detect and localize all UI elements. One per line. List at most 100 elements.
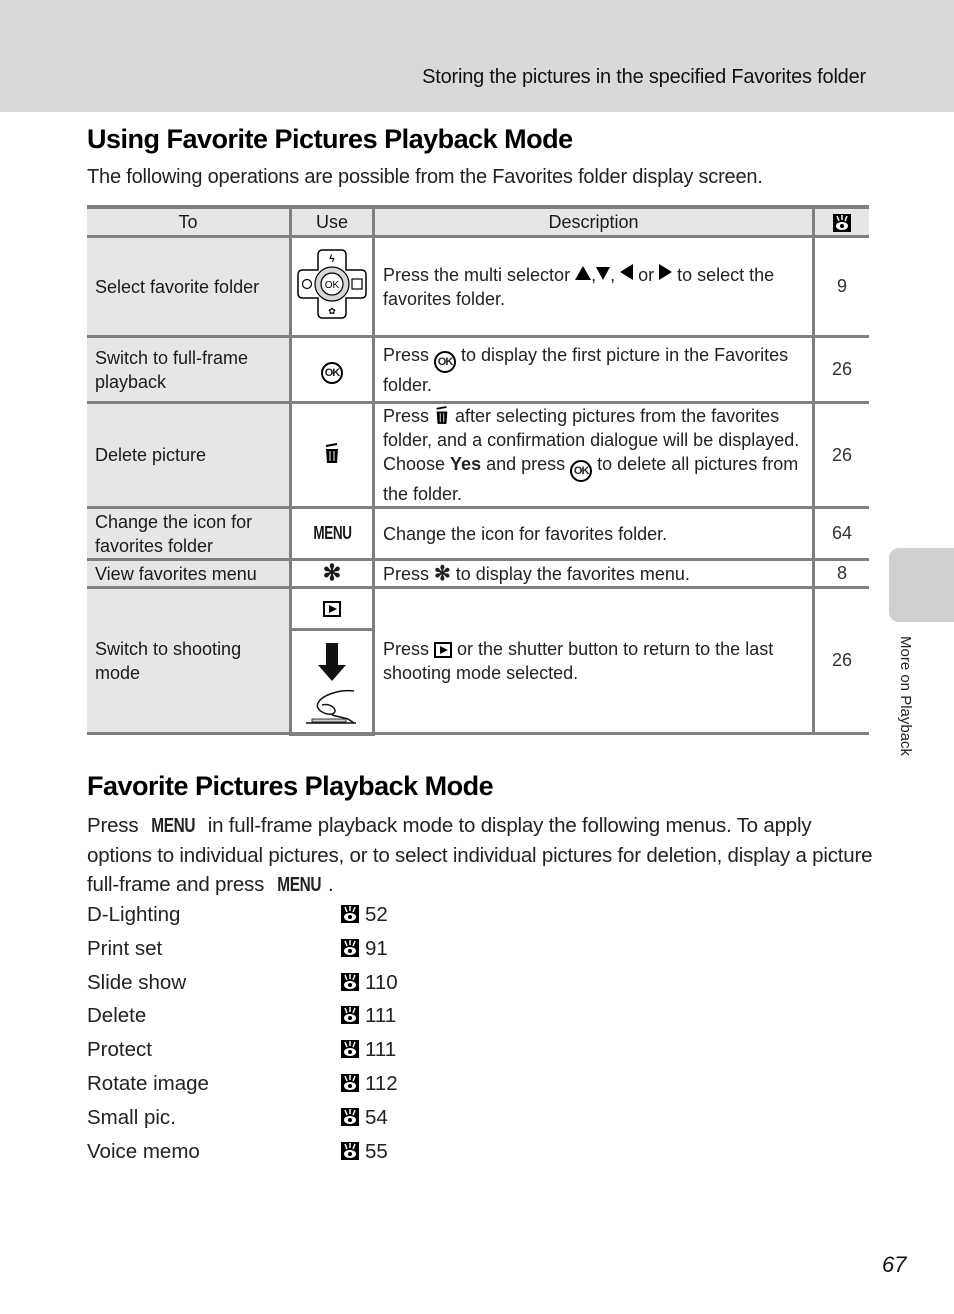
running-header: Storing the pictures in the specified Fa… <box>422 66 866 88</box>
right-arrow-icon <box>659 263 673 280</box>
table-row: Switch to shooting mode Press or the shu… <box>87 586 869 735</box>
menu-item-page: 54 <box>365 1105 388 1129</box>
menu-list-item: Voice memo 55 <box>87 1140 487 1174</box>
section-heading-using-favorites: Using Favorite Pictures Playback Mode <box>87 124 573 154</box>
col-header-description: Description <box>372 205 815 238</box>
menu-item-page: 55 <box>365 1139 388 1163</box>
menu-item-label: Rotate image <box>87 1071 209 1095</box>
use-cell <box>289 401 375 509</box>
col-header-reference <box>812 205 869 238</box>
row-reference-page[interactable]: 26 <box>812 335 869 404</box>
menu-item-label: Slide show <box>87 970 187 994</box>
use-cell: ✻ <box>289 558 375 589</box>
operations-table: To Use Description Select favorite folde… <box>87 205 869 736</box>
chapter-tab-label: More on Playback <box>897 636 914 757</box>
playback-button-icon <box>323 601 341 617</box>
use-cell <box>289 628 375 736</box>
menu-list-item: Small pic. 54 <box>87 1106 487 1140</box>
row-action: Switch to full-frame playback <box>87 335 292 404</box>
trash-icon <box>325 442 338 463</box>
use-cell <box>289 586 375 631</box>
multi-selector-icon: OK ϟ ✿ <box>297 249 367 319</box>
left-arrow-icon <box>620 263 634 280</box>
section-intro: The following operations are possible fr… <box>87 166 763 188</box>
reference-page-icon <box>341 1141 359 1160</box>
up-arrow-icon <box>575 265 592 280</box>
menu-list-item: Rotate image 112 <box>87 1072 487 1106</box>
menu-item-reference[interactable]: 91 <box>341 937 388 961</box>
menu-list-item: Print set 91 <box>87 937 487 971</box>
header-band <box>0 0 954 112</box>
menu-list-item: Delete 111 <box>87 1004 487 1038</box>
table-row: Change the icon for favorites folder MEN… <box>87 506 869 561</box>
svg-text:OK: OK <box>325 280 340 291</box>
reference-page-icon <box>341 938 359 957</box>
table-row: Delete picture Press after selecting pic… <box>87 401 869 509</box>
use-cell: OK <box>289 335 375 404</box>
menu-item-label: Voice memo <box>87 1139 200 1163</box>
ok-button-icon: OK <box>321 361 343 384</box>
row-reference-page[interactable]: 64 <box>812 506 869 561</box>
table-row: Switch to full-frame playback OK Press O… <box>87 335 869 404</box>
menu-item-page: 112 <box>365 1071 398 1095</box>
reference-page-icon <box>833 213 851 232</box>
use-cell: MENU <box>289 506 375 561</box>
row-reference-page[interactable]: 26 <box>812 401 869 509</box>
menu-item-reference[interactable]: 111 <box>341 1038 396 1062</box>
table-row: Select favorite folder OK ϟ ✿ Press the … <box>87 235 869 338</box>
row-action: Switch to shooting mode <box>87 586 292 735</box>
table-row: View favorites menu ✻ Press ✻ to display… <box>87 558 869 589</box>
row-reference-page[interactable]: 8 <box>812 558 869 589</box>
favorites-star-icon: ✻ <box>434 562 451 585</box>
favorites-star-icon: ✻ <box>322 559 342 585</box>
row-description: Press OK to display the first picture in… <box>372 335 815 404</box>
section-paragraph: Press MENU in full-frame playback mode t… <box>87 811 877 900</box>
col-header-use: Use <box>289 205 375 238</box>
row-reference-page[interactable]: 9 <box>812 235 869 338</box>
menu-button-icon: MENU <box>276 873 321 896</box>
menu-list-item: D-Lighting 52 <box>87 903 487 937</box>
menu-item-label: Small pic. <box>87 1105 176 1129</box>
menu-item-page: 111 <box>365 1004 397 1028</box>
menu-item-reference[interactable]: 54 <box>341 1106 388 1130</box>
svg-text:ϟ: ϟ <box>329 254 335 265</box>
menu-item-label: Print set <box>87 936 163 960</box>
menu-item-reference[interactable]: 55 <box>341 1140 388 1164</box>
menu-list-item: Slide show 110 <box>87 971 487 1005</box>
reference-page-icon <box>341 1107 359 1126</box>
shutter-button-icon <box>306 642 356 724</box>
menu-item-reference[interactable]: 52 <box>341 903 388 927</box>
use-cell: OK ϟ ✿ <box>289 235 375 338</box>
reference-page-icon <box>341 905 359 923</box>
row-description: Press ✻ to display the favorites menu. <box>372 558 815 589</box>
menu-list-item: Protect 111 <box>87 1038 487 1072</box>
menu-item-page: 111 <box>365 1038 397 1062</box>
menu-item-label: Protect <box>87 1038 152 1062</box>
menu-item-page: 91 <box>365 936 388 960</box>
menu-item-label: Delete <box>87 1004 147 1028</box>
ok-button-icon: OK <box>570 460 593 482</box>
row-description: Press the multi selector ,, or to select… <box>372 235 815 338</box>
menu-item-label: D-Lighting <box>87 903 181 926</box>
down-arrow-icon <box>596 266 611 280</box>
menu-item-reference[interactable]: 111 <box>341 1004 396 1028</box>
reference-page-icon <box>341 1006 359 1025</box>
playback-button-icon <box>434 641 453 658</box>
reference-page-icon <box>341 1040 359 1059</box>
row-action: Select favorite folder <box>87 235 292 338</box>
menu-item-reference[interactable]: 110 <box>341 971 398 995</box>
section-heading-favorite-playback-mode: Favorite Pictures Playback Mode <box>87 771 494 801</box>
menu-item-reference[interactable]: 112 <box>341 1072 398 1096</box>
row-reference-page[interactable]: 26 <box>812 586 869 735</box>
row-action: View favorites menu <box>87 558 292 589</box>
row-description: Change the icon for favorites folder. <box>372 506 815 561</box>
col-header-to: To <box>87 205 292 238</box>
page-number: 67 <box>882 1252 907 1277</box>
row-action: Change the icon for favorites folder <box>87 506 292 561</box>
chapter-tab[interactable] <box>889 548 954 622</box>
row-description: Press after selecting pictures from the … <box>372 401 815 509</box>
menu-item-page: 52 <box>365 903 388 926</box>
reference-page-icon <box>341 1073 359 1092</box>
row-description: Press or the shutter button to return to… <box>372 586 815 735</box>
svg-text:✿: ✿ <box>328 306 336 316</box>
